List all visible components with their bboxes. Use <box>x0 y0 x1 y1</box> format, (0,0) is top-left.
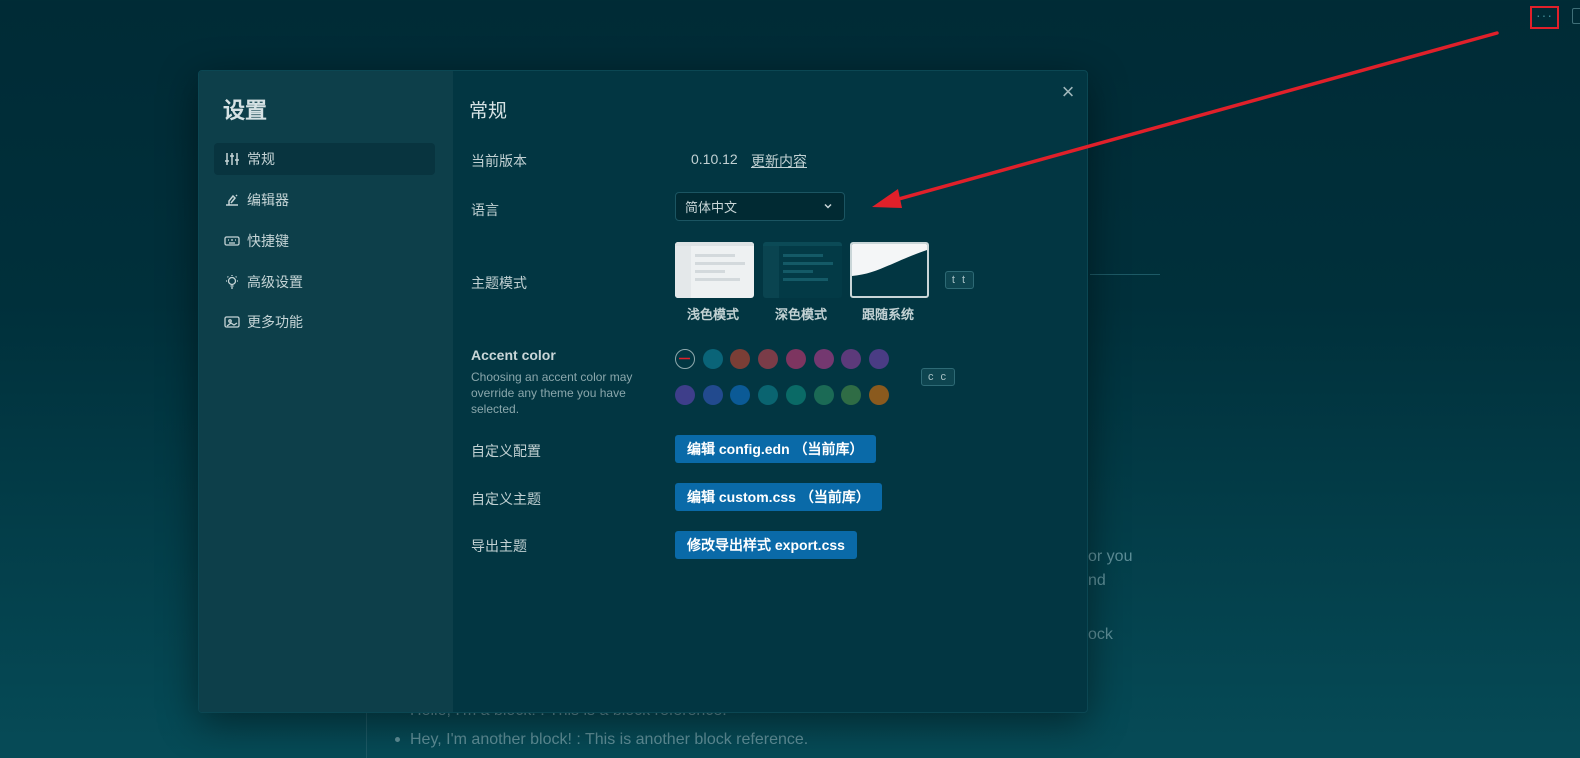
annotation-arrow <box>872 31 1499 208</box>
